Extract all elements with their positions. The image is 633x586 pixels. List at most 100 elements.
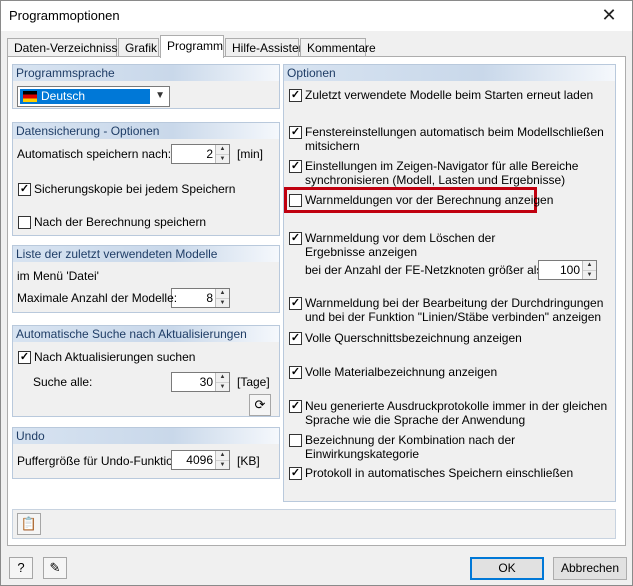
fe-nodes-label: bei der Anzahl der FE-Netzknoten größer … xyxy=(305,263,546,277)
backup-label: Sicherungskopie bei jedem Speichern xyxy=(34,182,236,196)
help-icon: ? xyxy=(17,560,25,575)
group-recent-models: Liste der zuletzt verwendeten Modelle im… xyxy=(12,245,280,313)
language-selected: Deutsch xyxy=(20,89,150,104)
tab-label: Kommentare xyxy=(307,41,376,55)
tab-page-programm: Programmsprache Deutsch ▼ Datensicherung… xyxy=(7,56,626,546)
checkmark-icon: ✓ xyxy=(290,89,301,101)
option-label-line2: synchronisieren (Modell, Lasten und Erge… xyxy=(305,173,566,187)
checkmark-icon: ✓ xyxy=(290,467,301,479)
save-after-calc-checkbox[interactable] xyxy=(18,216,31,229)
option-label-line2: mitsichern xyxy=(305,139,360,153)
group-datensicherung: Datensicherung - Optionen Automatisch sp… xyxy=(12,122,280,236)
tab-daten-verzeichnisse[interactable]: Daten-Verzeichnisse xyxy=(7,38,124,57)
undo-buffer-unit: [KB] xyxy=(237,454,260,468)
undo-buffer-label: Puffergröße für Undo-Funktion: xyxy=(17,454,183,468)
group-header: Datensicherung - Optionen xyxy=(13,123,279,139)
cancel-button[interactable]: Abbrechen xyxy=(553,557,627,580)
search-every-label: Suche alle: xyxy=(33,375,93,389)
group-header: Optionen xyxy=(284,65,615,81)
checkmark-icon: ✓ xyxy=(290,160,301,172)
group-header: Liste der zuletzt verwendeten Modelle xyxy=(13,246,279,262)
german-flag-icon xyxy=(23,91,37,102)
option-checkbox-warn-before-calc[interactable] xyxy=(289,194,302,207)
option-label-line2: Ergebnisse anzeigen xyxy=(305,245,418,259)
option-label: Warnmeldung bei der Bearbeitung der Durc… xyxy=(305,296,604,310)
option-label-line2: Sprache wie die Sprache der Anwendung xyxy=(305,413,526,427)
autosave-unit: [min] xyxy=(237,147,264,161)
tab-programm[interactable]: Programm xyxy=(160,35,224,58)
tab-label: Programm xyxy=(167,39,224,53)
spin-down-icon[interactable]: ▼ xyxy=(216,382,229,391)
tab-label: Grafik xyxy=(125,41,158,55)
edit-icon: ✎ xyxy=(49,560,61,575)
edit-button[interactable]: ✎ xyxy=(43,557,67,579)
search-every-spinner[interactable]: 30 ▲ ▼ xyxy=(171,372,230,392)
spin-up-icon[interactable]: ▲ xyxy=(216,373,229,382)
checkmark-icon: ✓ xyxy=(290,126,301,138)
option-checkbox-full-material-name[interactable]: ✓ xyxy=(289,366,302,379)
spin-up-icon[interactable]: ▲ xyxy=(216,451,229,460)
group-header: Programmsprache xyxy=(13,65,279,81)
option-label: Bezeichnung der Kombination nach der xyxy=(305,433,516,447)
tab-label: Hilfe-Assistent xyxy=(232,41,309,55)
option-checkbox-reload-models[interactable]: ✓ xyxy=(289,89,302,102)
check-now-button[interactable]: ⟳ xyxy=(249,394,271,416)
spin-down-icon[interactable]: ▼ xyxy=(583,270,596,279)
spin-down-icon[interactable]: ▼ xyxy=(216,460,229,469)
option-checkbox-sync-navigator[interactable]: ✓ xyxy=(289,160,302,173)
close-button[interactable]: ✕ xyxy=(586,1,632,31)
fe-nodes-value: 100 xyxy=(559,263,580,277)
spin-up-icon[interactable]: ▲ xyxy=(583,261,596,270)
group-programmsprache: Programmsprache Deutsch ▼ xyxy=(12,64,280,109)
language-value: Deutsch xyxy=(41,89,86,103)
option-label: Volle Materialbezeichnung anzeigen xyxy=(305,365,498,379)
option-checkbox-combination-naming[interactable] xyxy=(289,434,302,447)
spin-up-icon[interactable]: ▲ xyxy=(216,289,229,298)
spin-up-icon[interactable]: ▲ xyxy=(216,145,229,154)
search-updates-checkbox[interactable]: ✓ xyxy=(18,351,31,364)
option-label: Warnmeldung vor dem Löschen der xyxy=(305,231,496,245)
ok-button[interactable]: OK xyxy=(470,557,544,580)
option-checkbox-warn-delete-results[interactable]: ✓ xyxy=(289,232,302,245)
autosave-value: 2 xyxy=(206,147,213,161)
search-every-unit: [Tage] xyxy=(237,375,270,389)
recent-menu-label: im Menü 'Datei' xyxy=(17,269,99,283)
max-models-label: Maximale Anzahl der Modelle: xyxy=(17,291,178,305)
checkmark-icon: ✓ xyxy=(290,332,301,344)
undo-buffer-spinner[interactable]: 4096 ▲ ▼ xyxy=(171,450,230,470)
spin-down-icon[interactable]: ▼ xyxy=(216,154,229,163)
autosave-label: Automatisch speichern nach: xyxy=(17,147,172,161)
option-label: Warnmeldungen vor der Berechnung anzeige… xyxy=(305,193,554,207)
max-models-spinner[interactable]: 8 ▲ ▼ xyxy=(171,288,230,308)
title-bar: Programmoptionen ✕ xyxy=(1,1,632,31)
option-checkbox-full-section-name[interactable]: ✓ xyxy=(289,332,302,345)
option-label: Protokoll in automatisches Speichern ein… xyxy=(305,466,574,480)
autosave-spinner[interactable]: 2 ▲ ▼ xyxy=(171,144,230,164)
group-undo: Undo Puffergröße für Undo-Funktion: 4096… xyxy=(12,427,280,479)
checkmark-icon: ✓ xyxy=(19,351,30,363)
option-label: Fenstereinstellungen automatisch beim Mo… xyxy=(305,125,604,139)
refresh-icon: ⟳ xyxy=(254,397,266,412)
checkmark-icon: ✓ xyxy=(19,183,30,195)
page-footer-strip: 📋 xyxy=(12,509,616,539)
group-updates: Automatische Suche nach Aktualisierungen… xyxy=(12,325,280,417)
reset-defaults-button[interactable]: 📋 xyxy=(17,513,41,535)
tab-hilfe-assistent[interactable]: Hilfe-Assistent xyxy=(225,38,309,57)
backup-checkbox[interactable]: ✓ xyxy=(18,183,31,196)
tab-label: Daten-Verzeichnisse xyxy=(14,41,125,55)
group-optionen: Optionen ✓ Zuletzt verwendete Modelle be… xyxy=(283,64,616,502)
fe-nodes-spinner[interactable]: 100 ▲ ▼ xyxy=(538,260,597,280)
checkmark-icon: ✓ xyxy=(290,400,301,412)
option-checkbox-window-settings[interactable]: ✓ xyxy=(289,126,302,139)
language-select[interactable]: Deutsch ▼ xyxy=(17,86,170,107)
tab-grafik[interactable]: Grafik xyxy=(118,38,159,57)
option-checkbox-protocol-autosave[interactable]: ✓ xyxy=(289,467,302,480)
chevron-down-icon: ▼ xyxy=(155,90,165,101)
option-checkbox-warn-intersections[interactable]: ✓ xyxy=(289,297,302,310)
spin-down-icon[interactable]: ▼ xyxy=(216,298,229,307)
help-button[interactable]: ? xyxy=(9,557,33,579)
option-checkbox-printout-language[interactable]: ✓ xyxy=(289,400,302,413)
tab-kommentare[interactable]: Kommentare xyxy=(300,38,376,57)
checkmark-icon: ✓ xyxy=(290,366,301,378)
option-label: Einstellungen im Zeigen-Navigator für al… xyxy=(305,159,579,173)
